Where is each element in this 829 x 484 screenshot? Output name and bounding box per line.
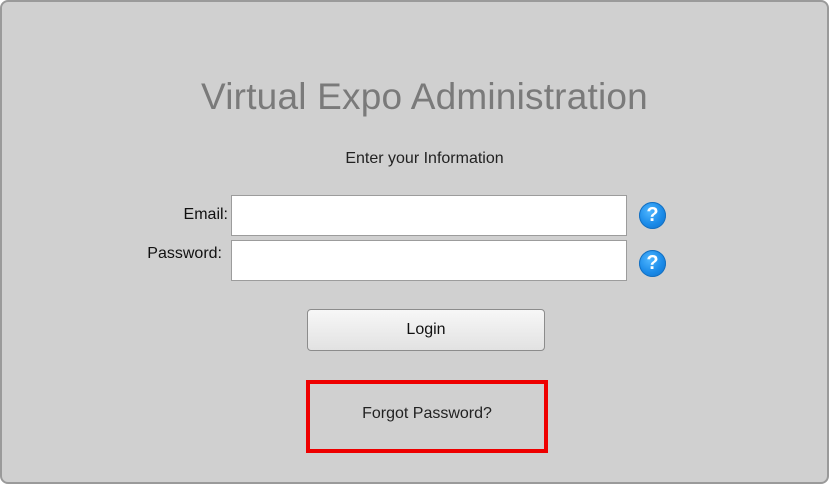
login-panel: Virtual Expo Administration Enter your I… bbox=[0, 0, 829, 484]
password-field[interactable] bbox=[231, 240, 627, 281]
login-button[interactable]: Login bbox=[307, 309, 545, 351]
password-label: Password: bbox=[147, 245, 222, 262]
form-instructions: Enter your Information bbox=[345, 150, 504, 167]
forgot-password-link[interactable]: Forgot Password? bbox=[306, 405, 548, 423]
email-help-icon[interactable]: ? bbox=[639, 202, 666, 229]
page-title: Virtual Expo Administration bbox=[201, 76, 648, 117]
password-help-icon[interactable]: ? bbox=[639, 250, 666, 277]
email-label: Email: bbox=[183, 206, 228, 223]
email-field[interactable] bbox=[231, 195, 627, 236]
